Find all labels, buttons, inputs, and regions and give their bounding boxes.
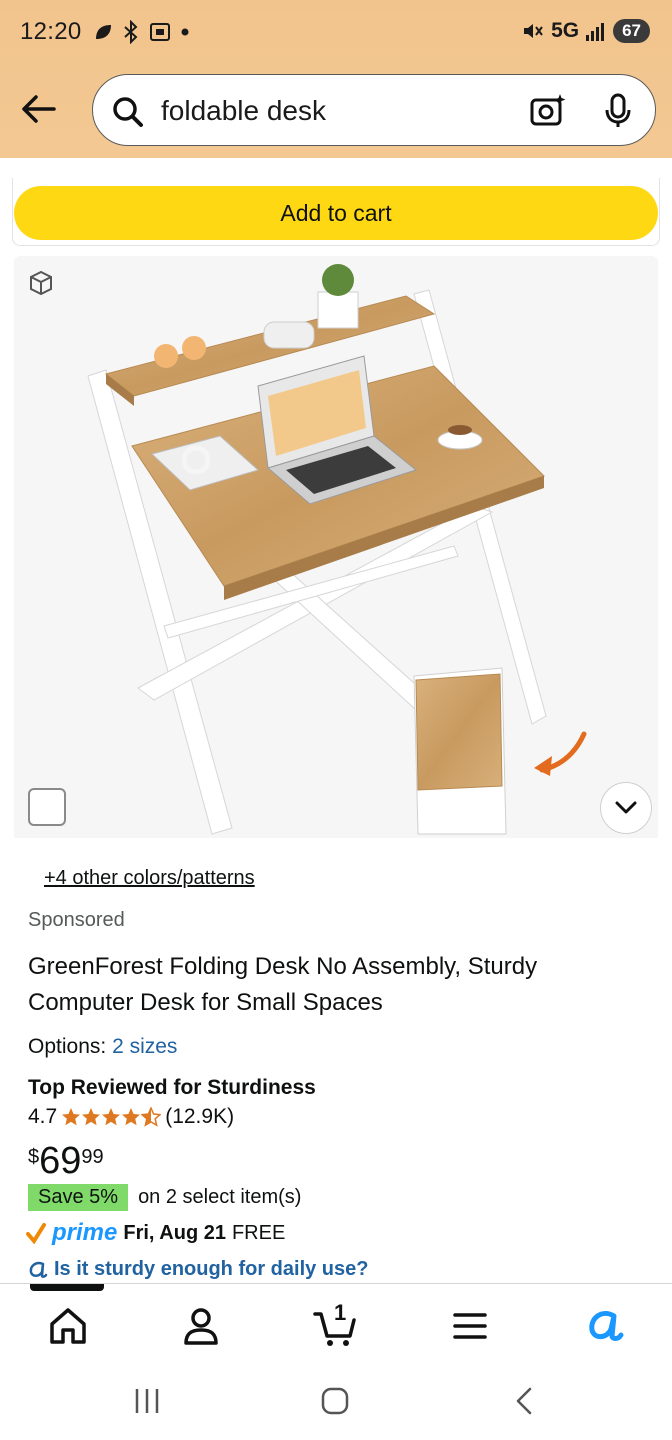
product-image[interactable] [14, 256, 658, 838]
top-reviewed-badge: Top Reviewed for Sturdiness [28, 1076, 316, 1099]
search-icon [113, 97, 143, 127]
back-arrow-icon[interactable] [18, 92, 58, 126]
price-currency: $ [28, 1146, 40, 1168]
rufus-icon[interactable] [580, 1302, 628, 1350]
other-colors-link[interactable]: +4 other colors/patterns [44, 867, 255, 890]
half-star-icon [141, 1107, 162, 1127]
cart-count: 1 [334, 1300, 347, 1325]
mute-icon [524, 24, 543, 38]
cart-tab[interactable]: 1 [312, 1300, 360, 1350]
home-icon[interactable] [44, 1302, 92, 1350]
status-time: 12:20 [20, 18, 82, 45]
price-fraction: 99 [81, 1146, 104, 1168]
rating-value: 4.7 [28, 1105, 58, 1128]
signal-icon [586, 23, 605, 41]
delivery-row: prime Fri, Aug 21 FREE [26, 1219, 285, 1247]
options-label: Options: [28, 1035, 107, 1058]
desk-illustration [87, 264, 587, 835]
rufus-icon [29, 1261, 48, 1278]
bluetooth-icon [124, 20, 138, 44]
bottom-nav: 1 [0, 1296, 672, 1356]
options-row: Options: 2 sizes [28, 1035, 177, 1059]
delivery-cost: FREE [231, 1221, 286, 1244]
dot-icon [181, 28, 189, 36]
coupon-row: Save 5% on 2 select item(s) [28, 1184, 301, 1211]
star-rating [61, 1107, 162, 1127]
recents-icon[interactable] [132, 1386, 162, 1416]
review-count: (12.9K) [165, 1105, 235, 1128]
account-icon[interactable] [177, 1302, 225, 1350]
active-tab-indicator [30, 1284, 104, 1291]
status-right-icons: 5G 67 [521, 19, 650, 43]
expand-image-button[interactable] [600, 782, 652, 834]
star-icon [82, 1108, 101, 1126]
app-header: 12:20 5G 67 foldable desk [0, 0, 672, 158]
star-icon [122, 1108, 141, 1126]
microphone-icon[interactable] [603, 93, 633, 129]
price-whole: 69 [39, 1140, 82, 1182]
screenshot-icon [150, 23, 170, 41]
compare-checkbox[interactable] [28, 788, 66, 826]
save-note: on 2 select item(s) [138, 1186, 302, 1208]
save-badge: Save 5% [28, 1184, 129, 1211]
system-nav-bar [0, 1370, 672, 1440]
home-button-icon[interactable] [320, 1386, 350, 1416]
rating-row[interactable]: 4.7 (12.9K) [28, 1105, 234, 1129]
product-title[interactable]: GreenForest Folding Desk No Assembly, St… [28, 949, 638, 1021]
ask-rufus-link[interactable]: Is it sturdy enough for daily use? [28, 1258, 368, 1281]
search-bar[interactable]: foldable desk [92, 74, 656, 146]
chevron-down-icon [615, 801, 637, 814]
sponsored-label: Sponsored [28, 909, 125, 931]
battery-icon: 67 [613, 19, 650, 43]
star-icon [62, 1108, 81, 1126]
ask-question: Is it sturdy enough for daily use? [54, 1258, 369, 1280]
add-to-cart-button[interactable]: Add to cart [14, 186, 658, 240]
star-icon [102, 1108, 121, 1126]
back-nav-icon[interactable] [510, 1386, 540, 1416]
view-in-3d-icon[interactable] [28, 270, 54, 296]
status-left-icons [92, 20, 190, 44]
options-sizes-link[interactable]: 2 sizes [112, 1035, 177, 1058]
delivery-date: Fri, Aug 21 [123, 1221, 226, 1244]
camera-lens-icon[interactable] [529, 92, 567, 130]
prime-check-icon [26, 1223, 46, 1244]
leaf-icon [96, 25, 111, 39]
network-type: 5G [551, 19, 580, 42]
search-input[interactable]: foldable desk [161, 95, 326, 127]
menu-icon[interactable] [446, 1302, 494, 1350]
price: $ 69 99 [28, 1140, 104, 1182]
status-bar: 12:20 5G 67 [0, 0, 672, 66]
prime-logo: prime [52, 1219, 118, 1246]
